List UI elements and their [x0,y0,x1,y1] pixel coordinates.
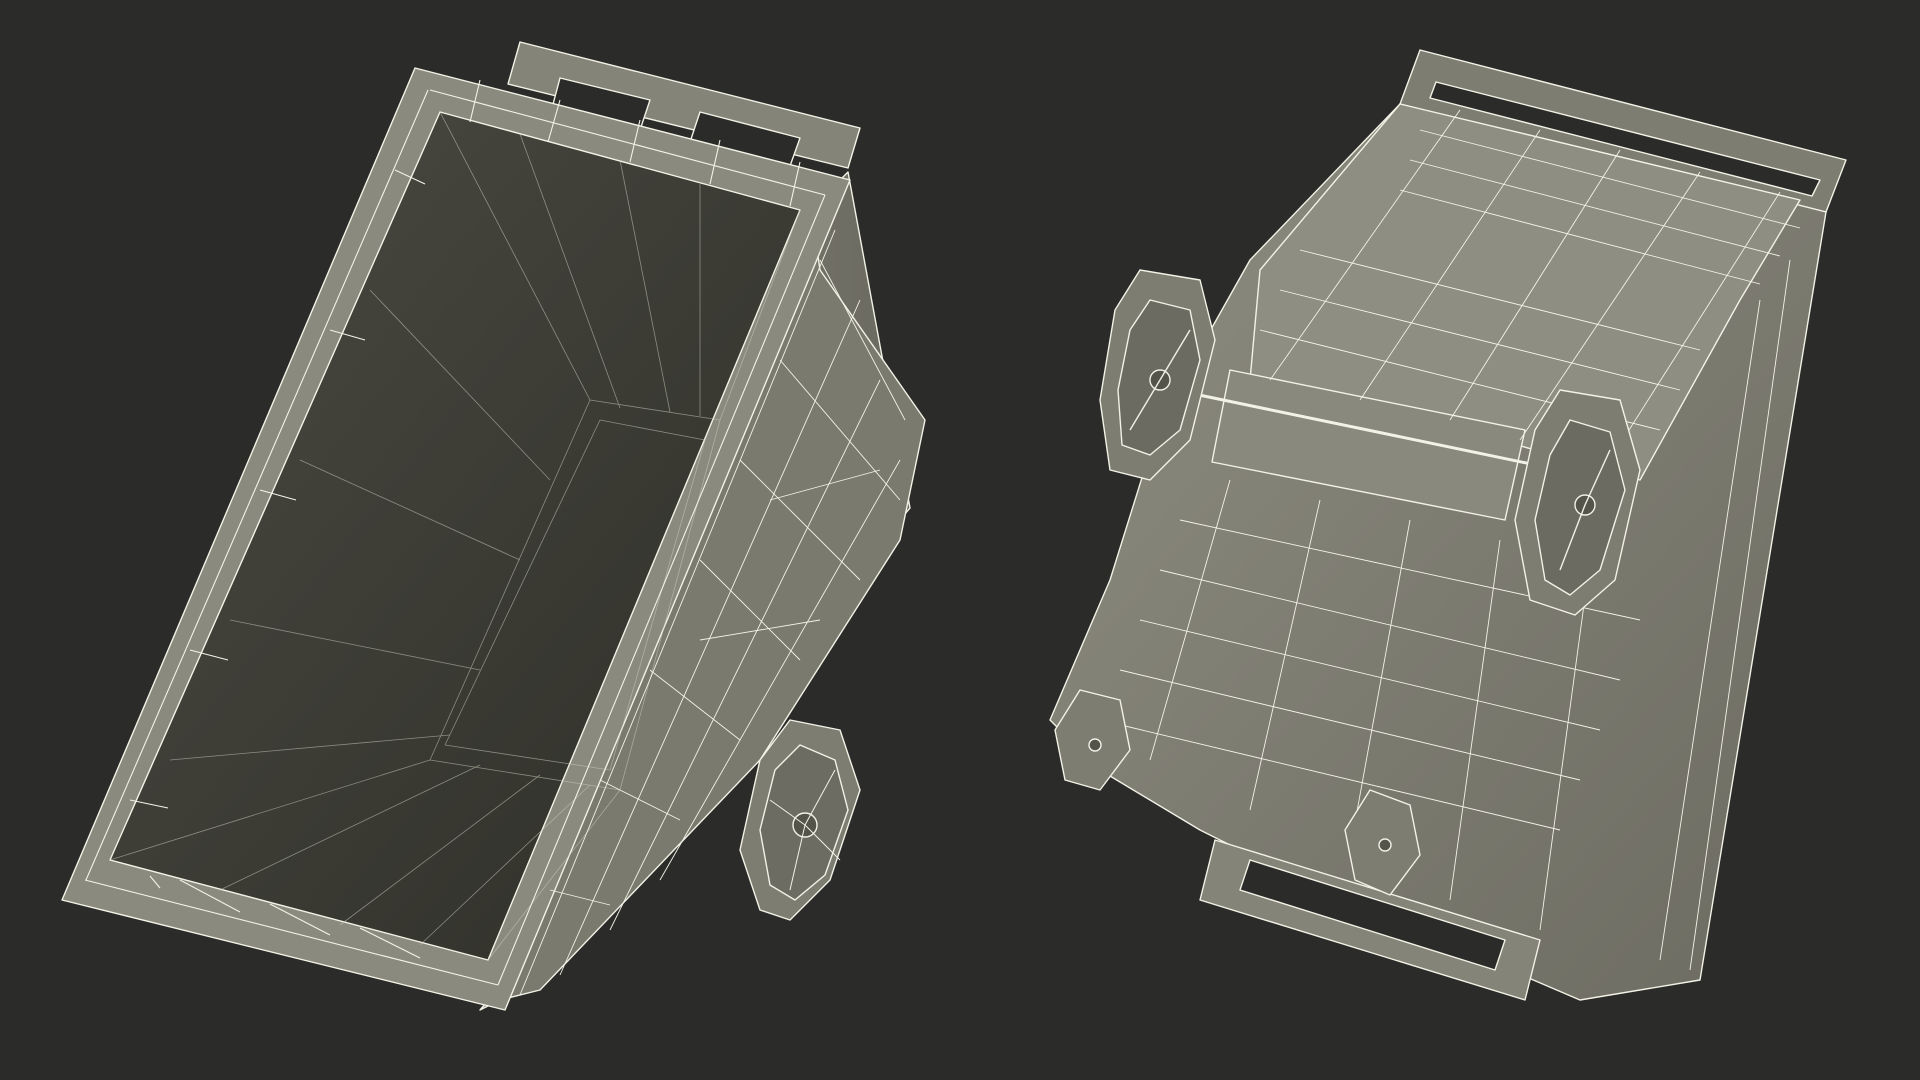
cart-underside [1049,49,1847,1001]
wireframe-render-scene [61,41,1847,1011]
cart-open-top [61,41,926,1011]
